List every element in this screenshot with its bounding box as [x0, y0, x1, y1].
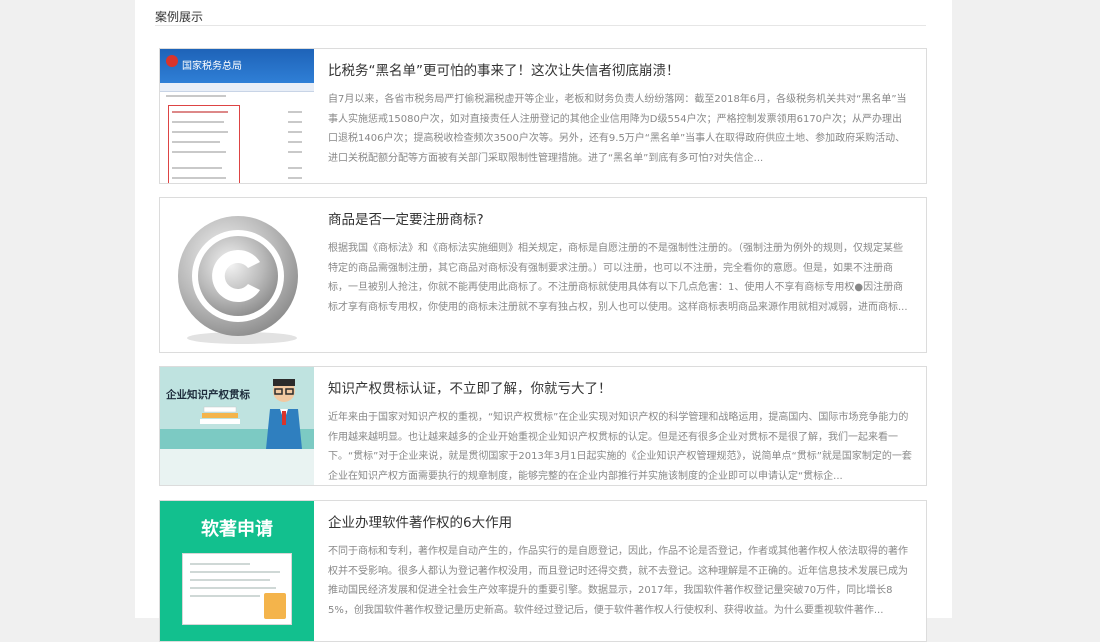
- thumb-line: [288, 167, 302, 169]
- case-card-title[interactable]: 比税务“黑名单”更可怕的事来了！这次让失信者彻底崩溃！: [328, 61, 912, 81]
- thumb-line: [172, 167, 222, 169]
- doc-line: [190, 587, 276, 589]
- tax-site-logo-text: 国家税务总局: [182, 61, 242, 72]
- thumb-line: [288, 141, 302, 143]
- case-card-description: 根据我国《商标法》和《商标法实施细则》相关规定，商标是自愿注册的不是强制性注册的…: [328, 243, 908, 313]
- highlight-box: [168, 105, 240, 183]
- thumb-line: [288, 121, 302, 123]
- case-card-trademark[interactable]: 商品是否一定要注册商标? 根据我国《商标法》和《商标法实施细则》相关规定，商标是…: [159, 197, 927, 353]
- tax-site-nav: [160, 83, 314, 92]
- doc-line: [190, 595, 260, 597]
- case-card-description: 近年来由于国家对知识产权的重视，“知识产权贯标”在企业实现对知识产权的科学管理和…: [328, 412, 912, 482]
- businessman-icon: [266, 379, 302, 449]
- doc-line: [190, 579, 270, 581]
- clipboard-icon: [264, 593, 286, 619]
- case-card-title[interactable]: 企业办理软件著作权的6大作用: [328, 513, 912, 533]
- doc-line: [190, 563, 250, 565]
- doc-line: [190, 571, 280, 573]
- case-panel: 案例展示 国家税务总局 比税务“黑名单”更可怕的事来了！这次让失信者彻底崩溃！ …: [135, 0, 952, 642]
- case-card-body: 企业办理软件著作权的6大作用 不同于商标和专利，著作权是自动产生的，作品实行的是…: [328, 501, 912, 620]
- emblem-icon: [166, 55, 178, 67]
- thumb-line: [288, 177, 302, 179]
- thumb-line: [288, 131, 302, 133]
- ip-standard-thumbnail[interactable]: 企业知识产权贯标: [160, 367, 314, 485]
- thumb-line: [172, 111, 228, 113]
- thumb-line: [166, 95, 226, 97]
- thumb-line: [172, 141, 220, 143]
- tax-bureau-thumbnail[interactable]: 国家税务总局: [160, 49, 314, 183]
- case-card-ip-standard[interactable]: 企业知识产权贯标 知识产权贯标认证，不立即了解，你就亏大了！ 近年来由于国家对知…: [159, 366, 927, 486]
- case-card-title[interactable]: 知识产权贯标认证，不立即了解，你就亏大了！: [328, 379, 912, 399]
- case-card-body: 知识产权贯标认证，不立即了解，你就亏大了！ 近年来由于国家对知识产权的重视，“知…: [328, 367, 912, 485]
- section-title: 案例展示: [155, 10, 204, 24]
- copyright-icon: [178, 216, 298, 344]
- thumb-line: [288, 111, 302, 113]
- case-card-description: 自7月以来，各省市税务局严打偷税漏税虚开等企业，老板和财务负责人纷纷落网：截至2…: [328, 94, 907, 164]
- case-card-tax-blacklist[interactable]: 国家税务总局 比税务“黑名单”更可怕的事来了！这次让失信者彻底崩溃！ 自7月以来…: [159, 48, 927, 184]
- copyright-symbol-thumbnail[interactable]: [160, 198, 314, 352]
- case-card-software-copyright[interactable]: 软著申请 企业办理软件著作权的6大作用 不同于商标和专利，著作权是自动产生的，作…: [159, 500, 927, 642]
- thumb-line: [172, 151, 226, 153]
- thumb-line: [288, 151, 302, 153]
- thumb-line: [172, 121, 224, 123]
- books-icon: [200, 406, 240, 424]
- software-copyright-thumbnail[interactable]: 软著申请: [160, 501, 314, 641]
- case-card-description: 不同于商标和专利，著作权是自动产生的，作品实行的是自愿登记，因此，作品不论是否登…: [328, 546, 908, 616]
- case-card-title[interactable]: 商品是否一定要注册商标?: [328, 210, 912, 230]
- thumb-line: [172, 131, 228, 133]
- case-card-body: 比税务“黑名单”更可怕的事来了！这次让失信者彻底崩溃！ 自7月以来，各省市税务局…: [328, 49, 912, 168]
- case-card-body: 商品是否一定要注册商标? 根据我国《商标法》和《商标法实施细则》相关规定，商标是…: [328, 198, 912, 317]
- ip-banner-text: 企业知识产权贯标: [166, 389, 250, 401]
- software-banner-text: 软著申请: [201, 519, 273, 540]
- thumb-line: [172, 177, 226, 179]
- section-header: 案例展示: [155, 0, 926, 26]
